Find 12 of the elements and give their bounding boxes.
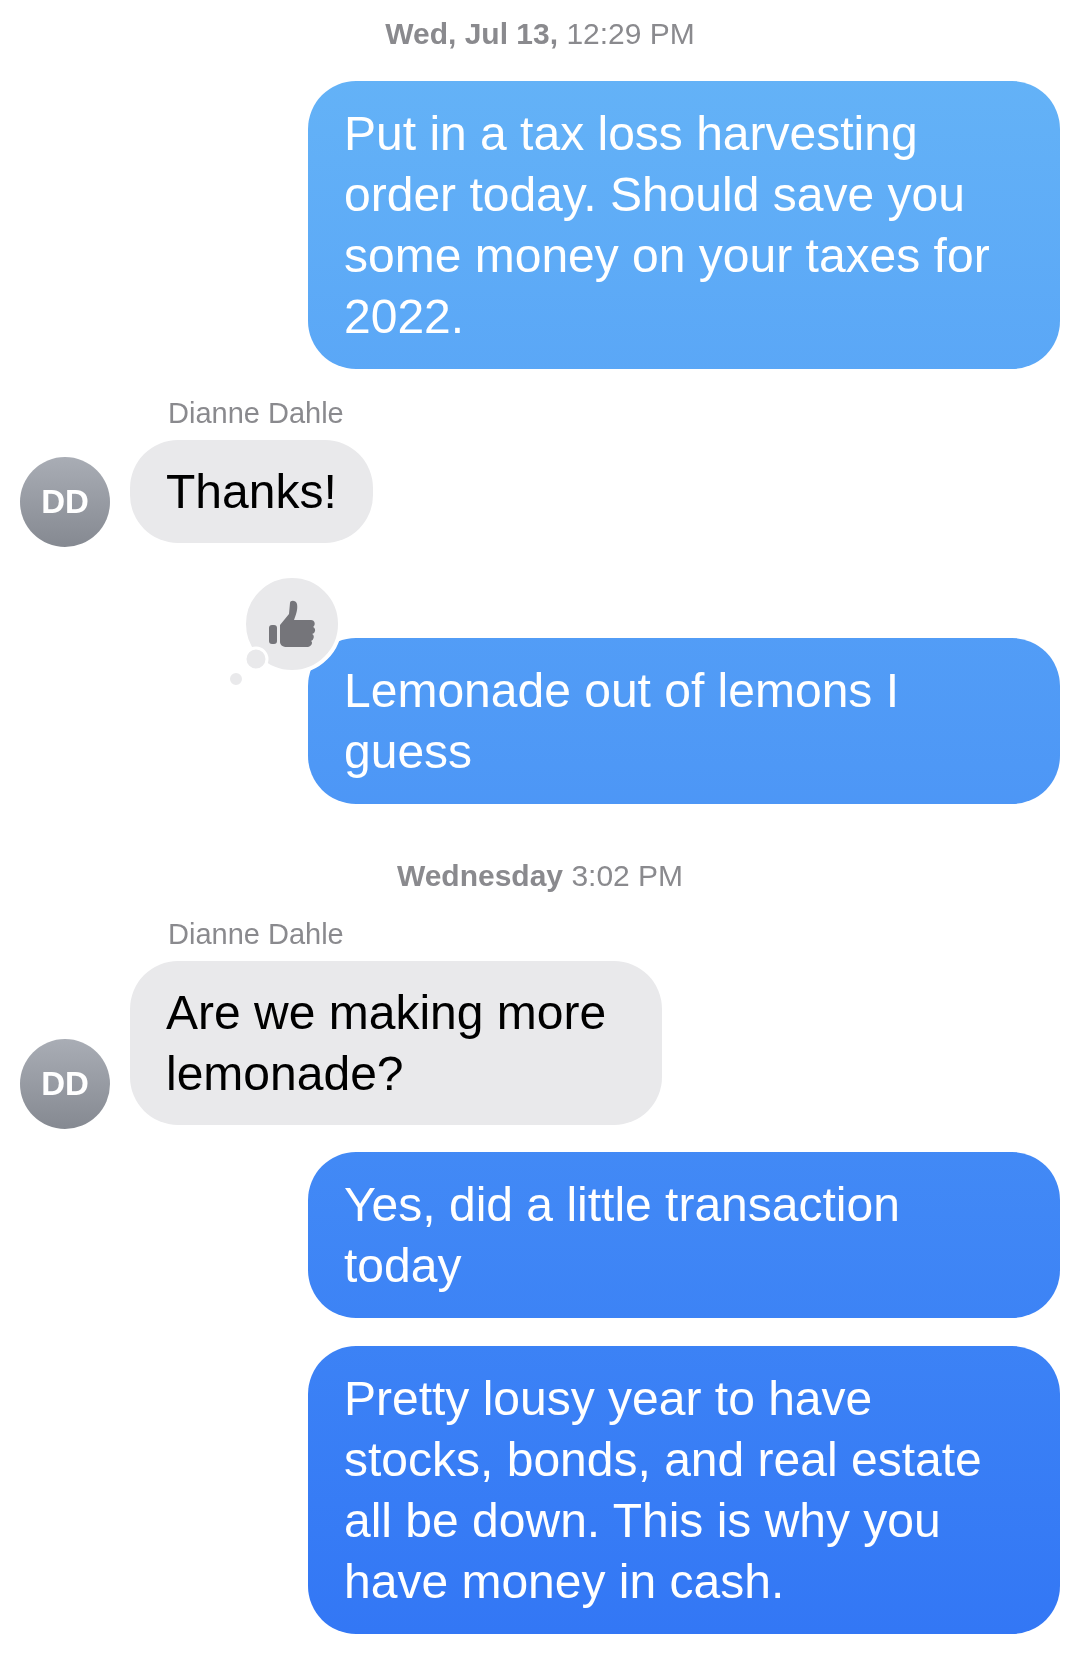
message-bubble: Yes, did a little transaction today [308, 1152, 1060, 1318]
message-bubble: Are we making more lemonade? [130, 961, 662, 1125]
message-bubble: Pretty lousy year to have stocks, bonds, and real estate all be down. This is why you have money in cash. [308, 1346, 1060, 1634]
message-bubble: Thanks! [130, 440, 373, 543]
timestamp: Wednesday 3:02 PM [396, 859, 684, 892]
avatar[interactable]: DD [20, 457, 110, 547]
sender-name: Dianne Dahle [168, 396, 345, 431]
thumbs-up-icon [269, 600, 316, 647]
timestamp: Wed, Jul 13, 12:29 PM [385, 17, 695, 50]
avatar[interactable]: DD [20, 1039, 110, 1129]
message-bubble: Put in a tax loss harvesting order today. Should save you some money on your taxes for 2022. [308, 81, 1060, 369]
sender-name: Dianne Dahle [168, 917, 345, 952]
